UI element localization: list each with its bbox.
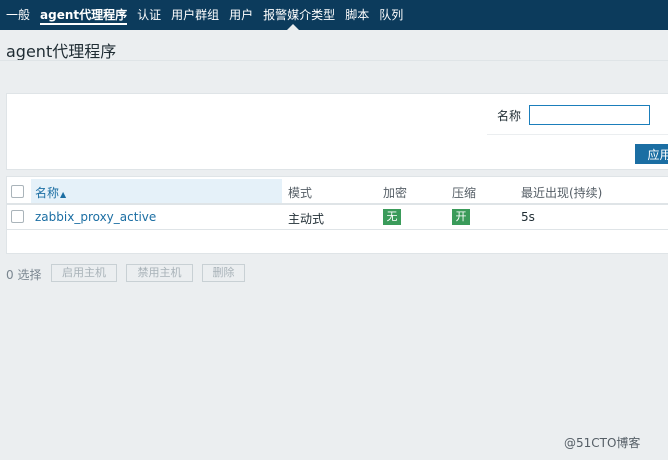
encryption-badge: 无 bbox=[383, 209, 401, 225]
filter-panel: 名称 应用 bbox=[6, 93, 668, 170]
watermark: @51CTO博客 bbox=[564, 436, 641, 450]
last-seen-value: 5s bbox=[521, 210, 535, 224]
column-last-seen-header: 最近出现(持续) bbox=[521, 186, 603, 200]
column-encryption-header: 加密 bbox=[383, 186, 408, 200]
column-mode-header: 模式 bbox=[288, 186, 313, 200]
proxy-table: 名称▲ 模式 加密 压缩 最近出现(持续) zabbix_proxy_activ… bbox=[6, 176, 668, 254]
tab-user-groups[interactable]: 用户群组 bbox=[169, 0, 227, 30]
tab-general[interactable]: 一般 bbox=[4, 0, 38, 30]
delete-button[interactable]: 删除 bbox=[202, 264, 245, 282]
sort-ascending-icon: ▲ bbox=[60, 190, 67, 199]
tab-proxies[interactable]: agent代理程序 bbox=[38, 0, 135, 30]
filter-name-label: 名称 bbox=[497, 109, 522, 123]
nav-caret-indicator bbox=[287, 24, 299, 30]
select-all-checkbox[interactable] bbox=[11, 185, 24, 198]
compression-badge: 开 bbox=[452, 209, 470, 225]
tab-scripts[interactable]: 脚本 bbox=[343, 0, 377, 30]
apply-button[interactable]: 应用 bbox=[635, 144, 668, 164]
proxy-name-link[interactable]: zabbix_proxy_active bbox=[35, 210, 156, 224]
disable-hosts-button[interactable]: 禁用主机 bbox=[126, 264, 193, 282]
selected-count: 0 选择 bbox=[6, 268, 42, 282]
row-checkbox[interactable] bbox=[11, 210, 24, 223]
enable-hosts-button[interactable]: 启用主机 bbox=[51, 264, 117, 282]
column-compression-header: 压缩 bbox=[452, 186, 477, 200]
column-name-label: 名称 bbox=[35, 186, 60, 200]
tab-queue[interactable]: 队列 bbox=[377, 0, 411, 30]
top-navigation: 一般 agent代理程序 认证 用户群组 用户 报警媒介类型 脚本 队列 bbox=[0, 0, 668, 30]
filter-name-input[interactable] bbox=[529, 105, 650, 125]
table-row: zabbix_proxy_active 主动式 无 开 5s bbox=[7, 205, 668, 230]
title-divider bbox=[0, 60, 668, 61]
tab-media-types[interactable]: 报警媒介类型 bbox=[261, 0, 343, 30]
tab-users[interactable]: 用户 bbox=[227, 0, 261, 30]
filter-divider bbox=[487, 134, 668, 135]
page-title: agent代理程序 bbox=[6, 42, 117, 61]
column-name-header[interactable]: 名称▲ bbox=[35, 184, 66, 201]
sorted-column-highlight bbox=[31, 179, 282, 203]
proxy-mode: 主动式 bbox=[288, 212, 325, 226]
tab-authentication[interactable]: 认证 bbox=[135, 0, 169, 30]
table-header: 名称▲ 模式 加密 压缩 最近出现(持续) bbox=[7, 179, 668, 205]
